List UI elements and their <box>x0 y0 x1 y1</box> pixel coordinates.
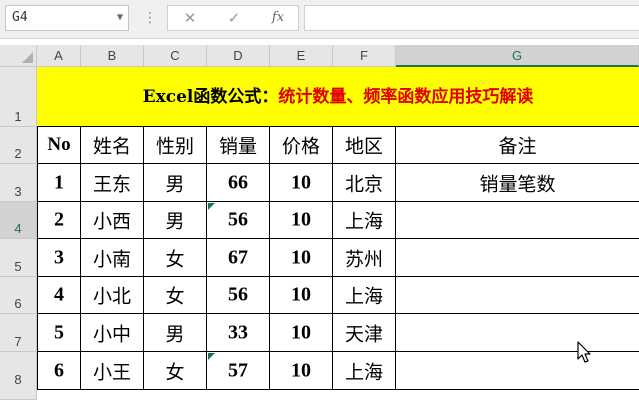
table-cell[interactable]: 67 <box>207 239 270 277</box>
table-cell[interactable]: 男 <box>144 314 207 352</box>
table-cell[interactable]: 上海 <box>333 352 396 390</box>
table-cell[interactable]: 3 <box>37 239 81 277</box>
table-cell[interactable]: 苏州 <box>333 239 396 277</box>
table-cell[interactable]: 男 <box>144 164 207 202</box>
formula-bar-area: G4 ▼ ⋮ ✕ ✓ fx <box>0 0 639 39</box>
table-cell[interactable]: 5 <box>37 314 81 352</box>
table-cell[interactable]: 4 <box>37 277 81 314</box>
table-cell[interactable]: 1 <box>37 164 81 202</box>
cancel-icon[interactable]: ✕ <box>172 6 208 30</box>
column-header-b[interactable]: B <box>81 45 144 67</box>
row-header-2[interactable]: 2 <box>0 127 37 164</box>
column-header-c[interactable]: C <box>144 45 207 67</box>
row-header-8[interactable]: 8 <box>0 352 37 400</box>
table-cell[interactable]: 小中 <box>81 314 144 352</box>
header-region[interactable]: 地区 <box>333 127 396 164</box>
table-cell[interactable]: 10 <box>270 202 333 239</box>
header-notes[interactable]: 备注 <box>396 127 639 164</box>
row-header-5[interactable]: 5 <box>0 239 37 277</box>
row-header-1[interactable]: 1 <box>0 67 37 127</box>
header-price[interactable]: 价格 <box>270 127 333 164</box>
table-cell[interactable]: 66 <box>207 164 270 202</box>
header-name[interactable]: 姓名 <box>81 127 144 164</box>
table-cell[interactable]: 上海 <box>333 277 396 314</box>
row-header-4[interactable]: 4 <box>0 202 37 239</box>
title-part-red: 统计数量、频率函数应用技巧解读 <box>278 87 534 107</box>
name-box-value: G4 <box>12 10 28 25</box>
sheet-title[interactable]: Excel函数公式：统计数量、频率函数应用技巧解读 <box>37 67 639 127</box>
spreadsheet-grid: A B C D E F G 1 2 3 4 5 6 7 8 Excel函数公式：… <box>0 45 639 400</box>
table-cell[interactable]: 6 <box>37 352 81 390</box>
name-box[interactable]: G4 ▼ <box>5 5 129 31</box>
title-part-black: Excel函数公式： <box>142 87 279 107</box>
mouse-cursor-icon <box>577 341 591 363</box>
table-cell[interactable] <box>396 277 639 314</box>
table-cell[interactable]: 10 <box>270 239 333 277</box>
table-cell[interactable]: 女 <box>144 352 207 390</box>
formula-buttons: ✕ ✓ fx <box>167 5 299 31</box>
table-cell[interactable]: 上海 <box>333 202 396 239</box>
more-options-icon[interactable]: ⋮ <box>143 9 157 27</box>
table-cell[interactable]: 10 <box>270 352 333 390</box>
column-header-a[interactable]: A <box>37 45 81 67</box>
table-cell[interactable]: 2 <box>37 202 81 239</box>
row-header-3[interactable]: 3 <box>0 164 37 202</box>
table-cell[interactable]: 56 <box>207 202 270 239</box>
table-cell[interactable]: 33 <box>207 314 270 352</box>
table-cell[interactable]: 王东 <box>81 164 144 202</box>
table-cell[interactable]: 57 <box>207 352 270 390</box>
table-cell[interactable]: 小西 <box>81 202 144 239</box>
table-cell[interactable]: 销量笔数 <box>396 164 639 202</box>
table-cell[interactable]: 女 <box>144 239 207 277</box>
select-all-button[interactable] <box>0 45 37 67</box>
table-cell[interactable]: 北京 <box>333 164 396 202</box>
chevron-down-icon[interactable]: ▼ <box>117 6 123 30</box>
enter-icon[interactable]: ✓ <box>216 6 252 30</box>
table-cell[interactable]: 小北 <box>81 277 144 314</box>
table-cell[interactable]: 56 <box>207 277 270 314</box>
row-header-7[interactable]: 7 <box>0 314 37 352</box>
table-cell[interactable]: 10 <box>270 277 333 314</box>
insert-function-icon[interactable]: fx <box>260 6 296 30</box>
column-header-d[interactable]: D <box>207 45 270 67</box>
formula-input[interactable] <box>304 5 639 31</box>
header-gender[interactable]: 性别 <box>144 127 207 164</box>
table-cell[interactable]: 小王 <box>81 352 144 390</box>
error-indicator-icon <box>208 203 215 210</box>
row-header-6[interactable]: 6 <box>0 277 37 314</box>
table-cell[interactable]: 小南 <box>81 239 144 277</box>
table-cell[interactable]: 男 <box>144 202 207 239</box>
column-header-f[interactable]: F <box>333 45 396 67</box>
table-cell[interactable]: 女 <box>144 277 207 314</box>
column-header-g[interactable]: G <box>396 45 639 67</box>
error-indicator-icon <box>208 353 215 360</box>
table-cell[interactable]: 10 <box>270 164 333 202</box>
table-cell[interactable]: 天津 <box>333 314 396 352</box>
table-cell[interactable] <box>396 314 639 352</box>
column-header-e[interactable]: E <box>270 45 333 67</box>
table-cell[interactable] <box>396 202 639 239</box>
table-cell[interactable]: 10 <box>270 314 333 352</box>
header-sales[interactable]: 销量 <box>207 127 270 164</box>
table-cell[interactable] <box>396 239 639 277</box>
table-cell[interactable] <box>396 352 639 390</box>
header-no[interactable]: No <box>37 127 81 164</box>
